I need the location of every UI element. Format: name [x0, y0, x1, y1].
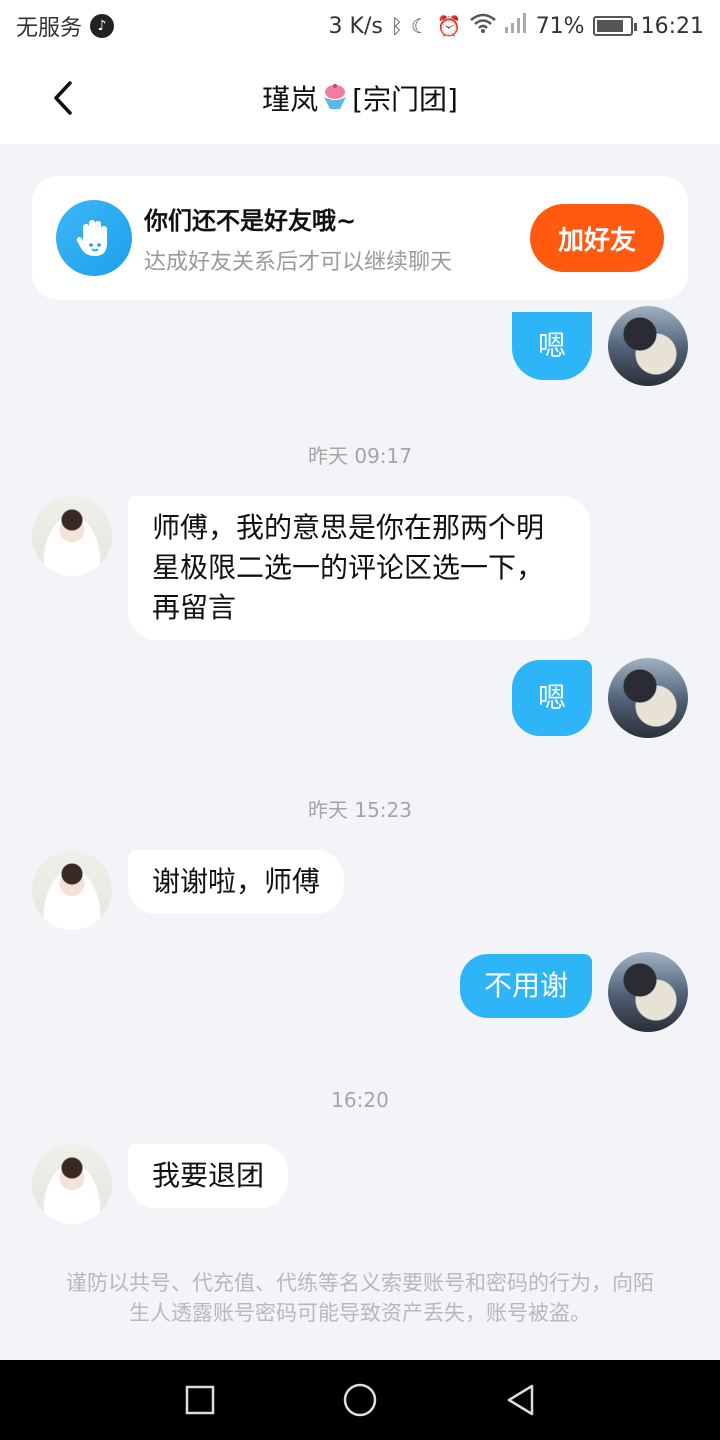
message-list[interactable]: 嗯 昨天 09:17 师傅，我的意思是你在那两个明星极限二选一的评论区选一下，再… [0, 300, 720, 1360]
battery-icon [592, 16, 637, 36]
outgoing-message[interactable]: 不用谢 [459, 954, 592, 1018]
outgoing-message[interactable]: 嗯 [512, 660, 592, 736]
group-tag: [宗门团] [352, 83, 458, 116]
incoming-message[interactable]: 师傅，我的意思是你在那两个明星极限二选一的评论区选一下，再留言 [128, 496, 590, 640]
bluetooth-icon: ᛒ [390, 14, 403, 38]
battery-percent: 71% [535, 13, 585, 39]
back-button[interactable] [40, 74, 88, 122]
status-bar: 无服务 ♪ 3 K/s ᛒ ☾ ⏰ 71% 16:21 [0, 0, 720, 52]
chat-header: 瑾岚 [宗门团] [0, 52, 720, 144]
my-avatar[interactable] [608, 306, 688, 386]
friend-prompt-card: 你们还不是好友哦~ 达成好友关系后才可以继续聊天 加好友 [32, 176, 688, 300]
status-left: 无服务 ♪ [16, 10, 115, 42]
contact-name: 瑾岚 [262, 83, 319, 116]
friend-prompt-subtitle: 达成好友关系后才可以继续聊天 [144, 249, 453, 275]
message-timestamp: 16:20 [331, 1088, 389, 1112]
incoming-message[interactable]: 我要退团 [128, 1144, 289, 1208]
signal-icon [504, 12, 528, 40]
message-timestamp: 昨天 09:17 [308, 444, 412, 468]
alarm-icon: ⏰ [436, 14, 462, 38]
security-notice: 谨防以共号、代充值、代练等名义索要账号和密码的行为，向陌生人透露账号密码可能导致… [66, 1271, 654, 1325]
moon-icon: ☾ [410, 14, 429, 38]
wave-hand-icon [56, 200, 132, 276]
incoming-message[interactable]: 谢谢啦，师傅 [128, 850, 345, 914]
my-avatar[interactable] [608, 658, 688, 738]
square-icon [185, 1385, 215, 1415]
message-timestamp: 昨天 15:23 [308, 798, 412, 822]
tiktok-icon: ♪ [90, 14, 115, 38]
recents-button[interactable] [170, 1370, 230, 1430]
friend-prompt-title: 你们还不是好友哦~ [144, 206, 357, 235]
network-speed: 3 K/s [328, 13, 383, 39]
contact-avatar[interactable] [32, 496, 112, 576]
outgoing-message[interactable]: 嗯 [512, 312, 592, 380]
chevron-left-icon [54, 81, 72, 115]
circle-icon [343, 1383, 377, 1417]
carrier-text: 无服务 [16, 16, 83, 41]
home-button[interactable] [330, 1370, 390, 1430]
friend-prompt-text: 你们还不是好友哦~ 达成好友关系后才可以继续聊天 [144, 201, 530, 276]
contact-avatar[interactable] [32, 850, 112, 930]
triangle-back-icon [507, 1384, 534, 1416]
nav-back-button[interactable] [490, 1370, 550, 1430]
page-title: 瑾岚 [宗门团] [262, 78, 458, 118]
wifi-icon [469, 13, 496, 39]
navigation-bar [0, 1360, 720, 1440]
clock-time: 16:21 [640, 13, 704, 39]
add-friend-button[interactable]: 加好友 [530, 204, 664, 272]
status-right: 3 K/s ᛒ ☾ ⏰ 71% 16:21 [329, 12, 704, 40]
my-avatar[interactable] [608, 952, 688, 1032]
icecream-icon [320, 83, 350, 113]
contact-avatar[interactable] [32, 1144, 112, 1224]
